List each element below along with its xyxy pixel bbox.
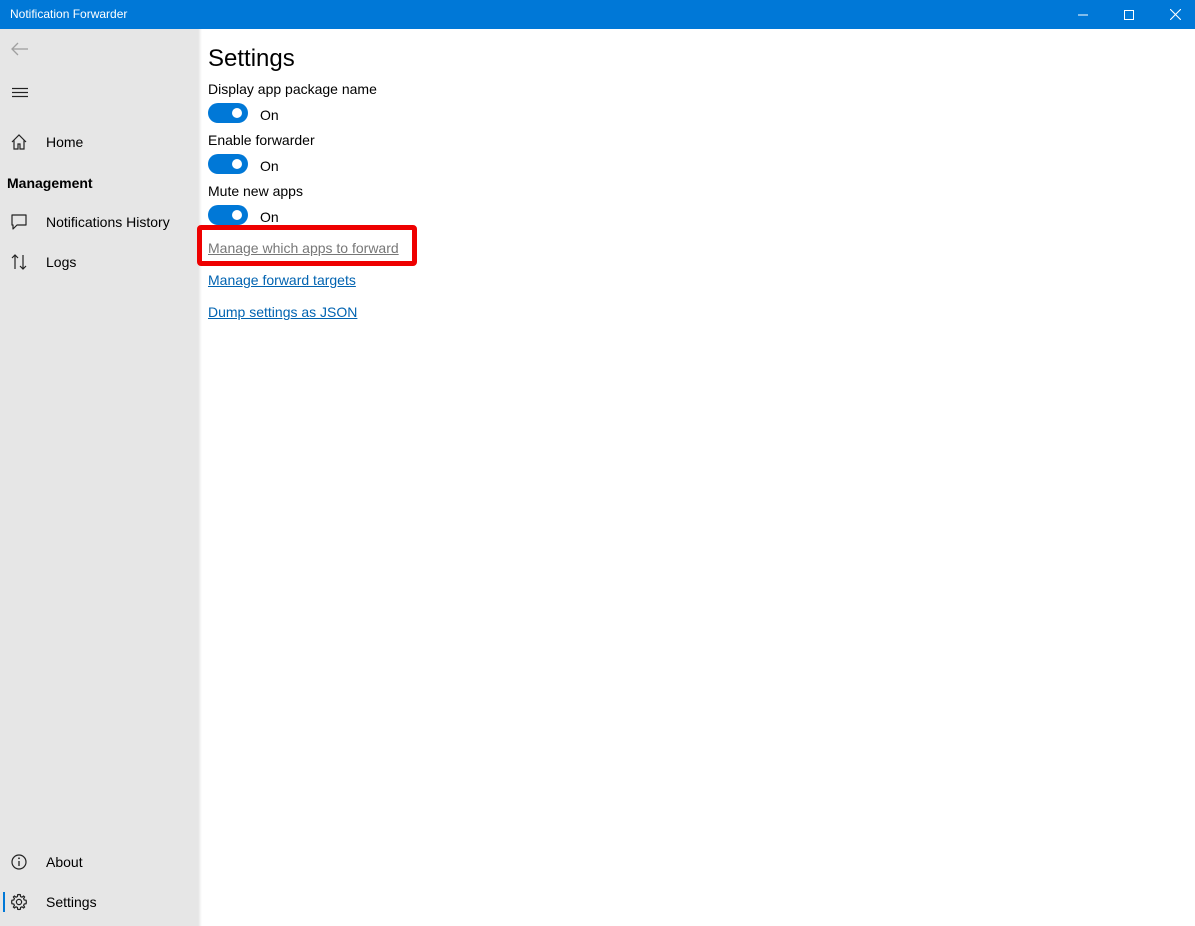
toggle-state-label: On [260, 209, 279, 225]
home-icon [9, 132, 29, 152]
sidebar-item-settings[interactable]: Settings [0, 882, 198, 922]
setting-label-mute-new-apps: Mute new apps [208, 183, 303, 199]
sidebar-item-label: Logs [46, 254, 77, 270]
manage-targets-link[interactable]: Manage forward targets [208, 271, 356, 289]
sort-arrows-icon [9, 252, 29, 272]
page-title: Settings [208, 45, 295, 72]
back-arrow-icon [11, 42, 28, 56]
sidebar-item-label: Settings [46, 894, 97, 910]
setting-label-enable-forwarder: Enable forwarder [208, 132, 315, 148]
selection-indicator [3, 892, 5, 912]
back-button[interactable] [0, 29, 40, 69]
manage-apps-link[interactable]: Manage which apps to forward [208, 239, 399, 257]
close-button[interactable] [1152, 0, 1195, 29]
hamburger-menu-button[interactable] [0, 73, 40, 113]
setting-label-display-package-name: Display app package name [208, 81, 377, 97]
window-title: Notification Forwarder [10, 7, 128, 21]
navigation-pane: Home Management Notifications History Lo… [0, 29, 198, 926]
toggle-enable-forwarder[interactable] [208, 154, 248, 174]
sidebar-item-label: About [46, 854, 83, 870]
title-bar: Notification Forwarder [0, 0, 1195, 29]
toggle-state-label: On [260, 158, 279, 174]
info-icon [9, 852, 29, 872]
maximize-button[interactable] [1106, 0, 1152, 29]
sidebar-item-home[interactable]: Home [0, 122, 198, 162]
gear-icon [9, 892, 29, 912]
sidebar-item-notifications-history[interactable]: Notifications History [0, 202, 198, 242]
message-icon [9, 212, 29, 232]
toggle-mute-new-apps[interactable] [208, 205, 248, 225]
sidebar-item-label: Home [46, 134, 84, 150]
sidebar-item-logs[interactable]: Logs [0, 242, 198, 282]
toggle-knob [232, 108, 242, 118]
toggle-knob [232, 210, 242, 220]
maximize-icon [1124, 9, 1134, 20]
toggle-knob [232, 159, 242, 169]
minimize-button[interactable] [1060, 0, 1106, 29]
minimize-icon [1078, 14, 1088, 15]
dump-settings-link[interactable]: Dump settings as JSON [208, 303, 357, 321]
sidebar-item-label: Notifications History [46, 214, 170, 230]
sidebar-item-about[interactable]: About [0, 842, 198, 882]
close-icon [1169, 9, 1181, 20]
section-header-management: Management [7, 175, 93, 191]
toggle-state-label: On [260, 107, 279, 123]
hamburger-icon [12, 87, 28, 98]
pane-shadow [198, 29, 202, 926]
toggle-display-package-name[interactable] [208, 103, 248, 123]
